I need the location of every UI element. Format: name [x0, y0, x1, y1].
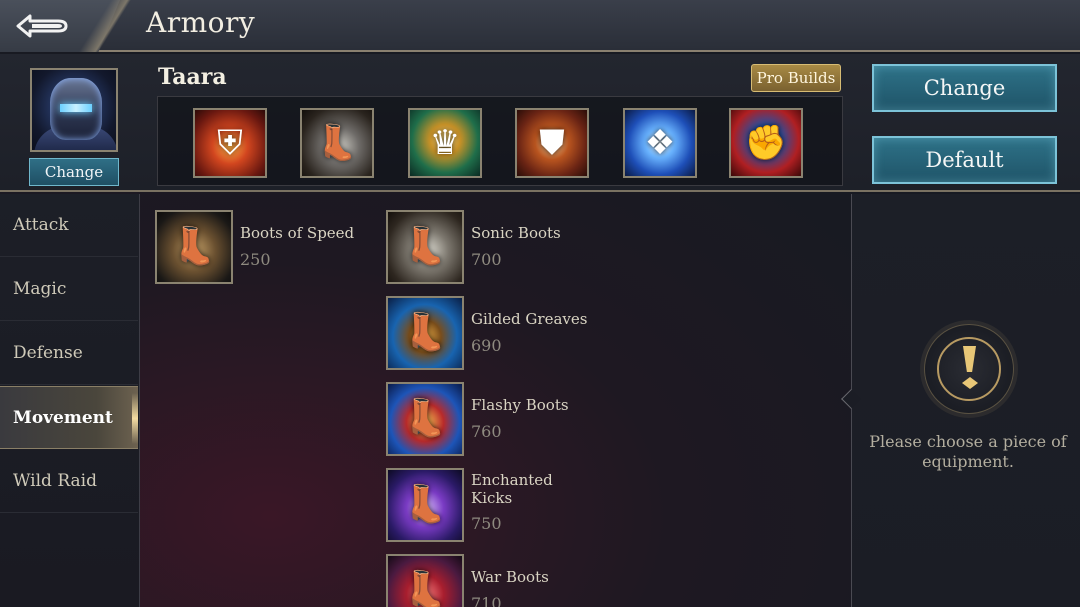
item-war-boots[interactable]: 👢 War Boots 710 — [386, 554, 616, 607]
gilded-greaves-icon: 👢 — [386, 296, 464, 370]
category-defense[interactable]: Defense — [0, 322, 138, 385]
blue-gauntlet-icon: ✊ — [744, 123, 788, 163]
enchanted-kicks-icon: 👢 — [386, 468, 464, 542]
flashy-boots-icon: 👢 — [386, 382, 464, 456]
item-name: Boots of Speed — [240, 224, 355, 242]
item-sonic-boots[interactable]: 👢 Sonic Boots 700 — [386, 210, 616, 286]
item-price: 250 — [240, 250, 271, 269]
build-slot-4[interactable]: ⛊ — [515, 108, 589, 178]
build-slot-5[interactable]: ❖ — [623, 108, 697, 178]
top-bar: Armory — [0, 0, 1080, 52]
build-slot-6[interactable]: ✊ — [729, 108, 803, 178]
item-price: 690 — [471, 336, 502, 355]
item-price: 750 — [471, 514, 502, 533]
category-movement[interactable]: Movement — [0, 386, 138, 449]
back-arrow-icon — [16, 14, 68, 38]
build-slot-1[interactable]: ⛨ — [193, 108, 267, 178]
armory-screen: Armory Change Taara Pro Builds ⛨ 👢 ♛ ⛊ ❖… — [0, 0, 1080, 607]
item-price: 760 — [471, 422, 502, 441]
change-build-button[interactable]: Change — [872, 64, 1057, 112]
item-name: Enchanted Kicks — [471, 471, 553, 507]
war-boots-icon: 👢 — [386, 554, 464, 607]
portrait-visor — [60, 104, 92, 112]
sonic-boots-icon: 👢 — [386, 210, 464, 284]
item-boots-of-speed[interactable]: 👢 Boots of Speed 250 — [155, 210, 385, 286]
hero-portrait[interactable] — [30, 68, 118, 152]
boots-of-speed-icon: 👢 — [155, 210, 233, 284]
item-price: 710 — [471, 594, 502, 607]
pro-builds-button[interactable]: Pro Builds — [751, 64, 841, 92]
hero-panel: Change Taara Pro Builds ⛨ 👢 ♛ ⛊ ❖ ✊ Chan… — [0, 54, 1080, 192]
hero-name: Taara — [158, 64, 227, 90]
red-armor-icon: ⛨ — [217, 123, 243, 163]
gold-helm-icon: ♛ — [429, 123, 461, 163]
item-price: 700 — [471, 250, 502, 269]
item-list: 👢 Boots of Speed 250 👢 Sonic Boots 700 👢… — [141, 194, 851, 607]
category-sidebar: Attack Magic Defense Movement Wild Raid — [0, 194, 140, 607]
item-name: Sonic Boots — [471, 224, 561, 242]
item-name: Gilded Greaves — [471, 310, 588, 328]
item-name: Flashy Boots — [471, 396, 569, 414]
item-name: War Boots — [471, 568, 549, 586]
gold-chest-armor-icon: ⛊ — [539, 123, 565, 163]
item-gilded-greaves[interactable]: 👢 Gilded Greaves 690 — [386, 296, 616, 372]
build-slot-2[interactable]: 👢 — [300, 108, 374, 178]
build-strip: ⛨ 👢 ♛ ⛊ ❖ ✊ — [157, 96, 843, 186]
hero-change-button[interactable]: Change — [29, 158, 119, 186]
category-magic[interactable]: Magic — [0, 258, 138, 321]
silver-boot-icon: 👢 — [315, 123, 359, 163]
item-detail-panel: Please choose a piece of equipment. — [841, 194, 1080, 607]
category-attack[interactable]: Attack — [0, 194, 138, 257]
exclamation-icon — [924, 324, 1014, 414]
build-slot-3[interactable]: ♛ — [408, 108, 482, 178]
ice-crystal-shield-icon: ❖ — [644, 123, 676, 163]
page-title: Armory — [146, 6, 256, 39]
item-flashy-boots[interactable]: 👢 Flashy Boots 760 — [386, 382, 616, 458]
category-wild-raid[interactable]: Wild Raid — [0, 450, 138, 513]
item-enchanted-kicks[interactable]: 👢 Enchanted Kicks 750 — [386, 468, 616, 544]
default-build-button[interactable]: Default — [872, 136, 1057, 184]
choose-equipment-hint: Please choose a piece of equipment. — [869, 432, 1067, 471]
